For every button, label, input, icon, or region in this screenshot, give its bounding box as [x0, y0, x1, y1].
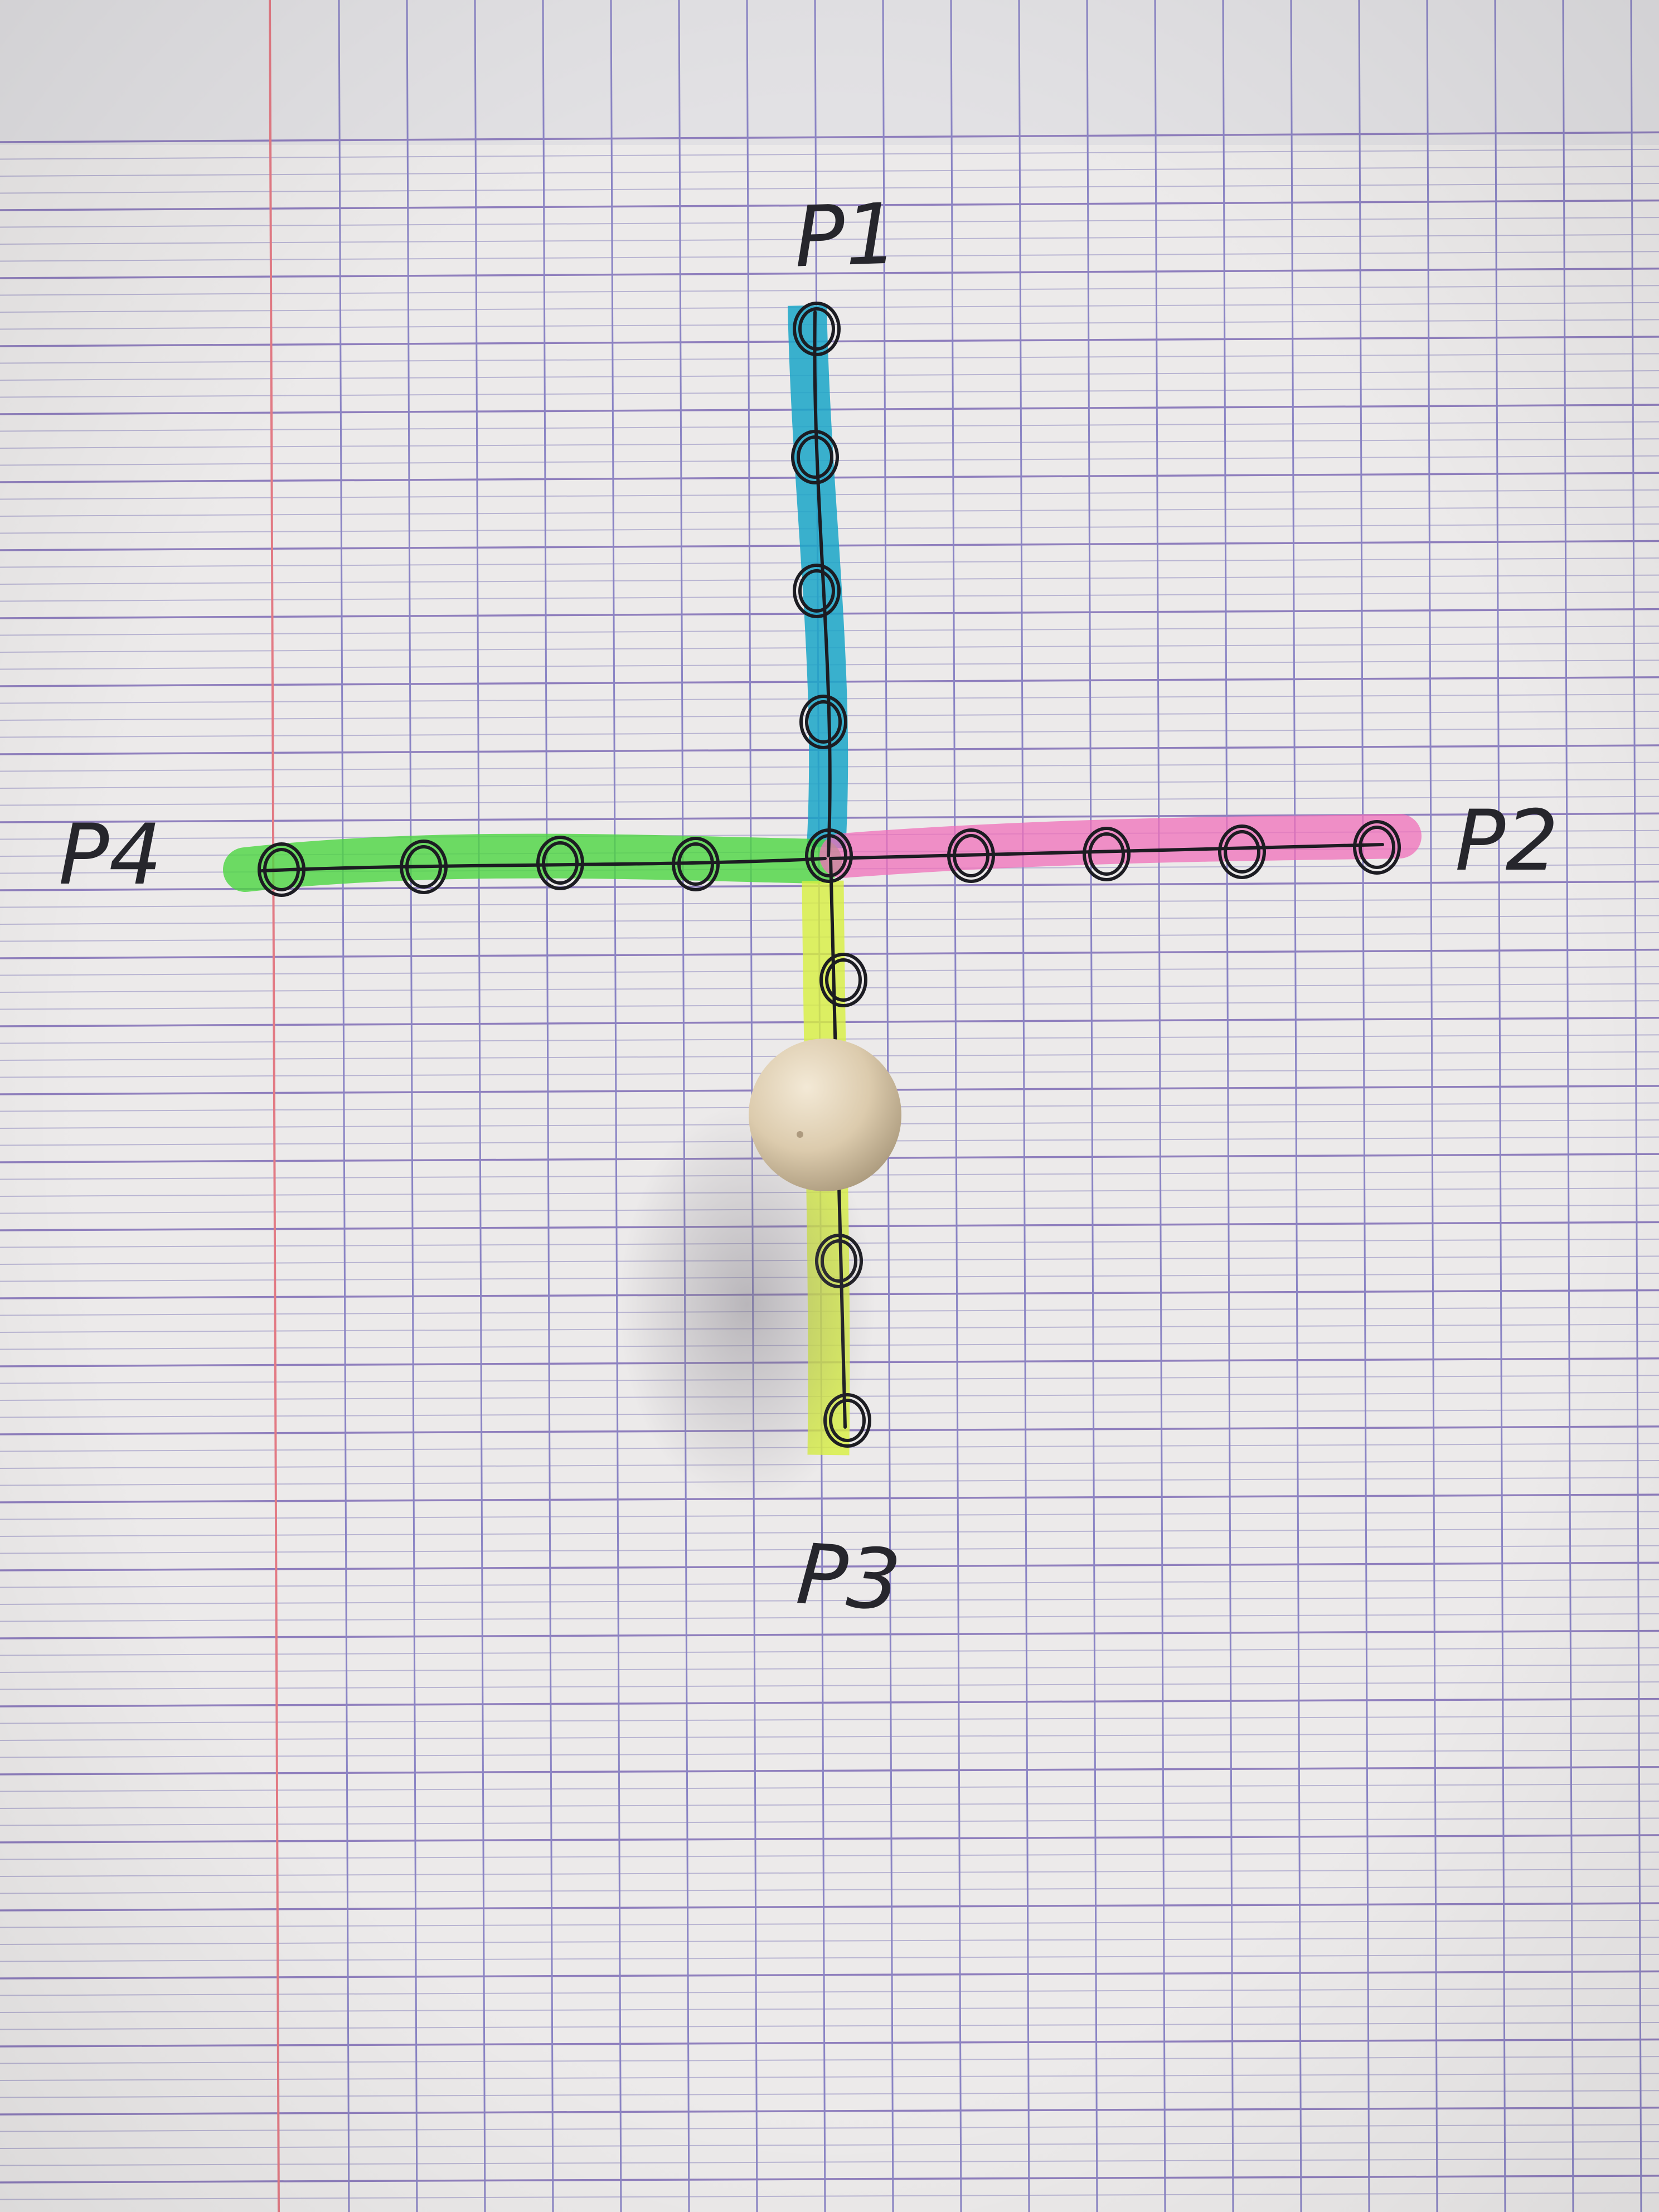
lighting-vignette — [0, 0, 1659, 2212]
photo-scene: P1 P2 P3 P4 — [0, 0, 1659, 2212]
